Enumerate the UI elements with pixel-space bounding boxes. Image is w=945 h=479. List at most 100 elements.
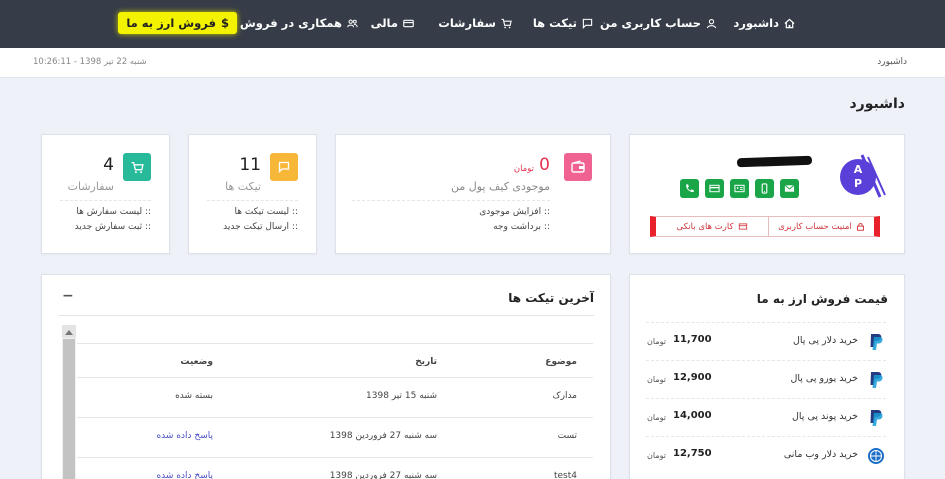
user-icon — [706, 18, 717, 28]
column-status: وضعیت — [180, 357, 213, 367]
latest-tickets-card: آخرین تیکت ها − موضوع تاریخ وضعیت مدارک … — [41, 274, 611, 479]
nav-sell-currency[interactable]: $ فروش ارز به ما — [118, 12, 237, 34]
dollar-icon: $ — [220, 16, 229, 30]
wallet-currency: تومان — [513, 164, 534, 174]
ticket-status: پاسخ داده شده — [156, 431, 213, 441]
users-icon — [347, 19, 358, 27]
ticket-date: شنبه 15 تیر 1398 — [366, 391, 437, 401]
column-subject: موضوع — [545, 357, 577, 367]
webmoney-icon — [866, 446, 886, 466]
svg-text:P: P — [854, 177, 862, 190]
tickets-list-link[interactable]: :: لیست تیکت ها — [235, 207, 299, 217]
column-date: تاریخ — [415, 357, 437, 367]
redacted-username — [736, 155, 813, 168]
home-icon — [784, 18, 795, 28]
datetime-clock: شنبه 22 تیر 1398 - 10:26:11 — [33, 57, 147, 67]
page-title: داشبورد — [849, 96, 906, 112]
table-row[interactable]: تست سه شنبه 27 فروردین 1398 پاسخ داده شد… — [77, 417, 593, 457]
account-security-button[interactable]: امنیت حساب کاربری — [768, 216, 880, 237]
orders-label: سفارشات — [67, 180, 114, 193]
nav-finance[interactable]: مالی — [371, 12, 414, 34]
nav-affiliate[interactable]: همکاری در فروش — [240, 12, 358, 34]
price-item-name: خرید پوند پی پال — [792, 411, 858, 422]
collapse-button[interactable]: − — [62, 288, 74, 304]
price-item-unit: تومان — [647, 337, 666, 346]
bank-card-verified-icon[interactable] — [705, 179, 724, 198]
nav-affiliate-label: همکاری در فروش — [239, 16, 342, 30]
nav-account[interactable]: حساب کاربری من — [600, 12, 717, 34]
credit-card-icon — [403, 19, 414, 27]
scroll-up-arrow-icon[interactable] — [62, 325, 76, 338]
lock-icon — [856, 223, 864, 231]
nav-tickets-label: تیکت ها — [532, 16, 577, 30]
ticket-status: پاسخ داده شده — [156, 471, 213, 479]
price-row: خرید پوند پی پال 14,000 تومان — [646, 398, 886, 436]
divider — [352, 200, 550, 201]
price-item-value: 12,900 — [673, 372, 712, 383]
divider — [58, 315, 594, 316]
price-item-value: 14,000 — [673, 410, 712, 421]
table-row[interactable]: test4 سه شنبه 27 فروردین 1398 پاسخ داده … — [77, 457, 593, 479]
nav-orders[interactable]: سفارشات — [438, 12, 512, 34]
new-order-link[interactable]: :: ثبت سفارش جدید — [75, 222, 151, 232]
mobile-verified-icon[interactable] — [755, 179, 774, 198]
nav-sell-label: فروش ارز به ما — [126, 16, 216, 30]
orders-count: 4 — [103, 155, 114, 175]
tickets-stat-card: 11 تیکت ها :: لیست تیکت ها :: ارسال تیکت… — [188, 134, 317, 254]
nav-orders-label: سفارشات — [438, 16, 496, 30]
scrollbar-thumb[interactable] — [63, 339, 75, 479]
price-item-name: خرید دلار وب مانی — [783, 449, 858, 460]
paypal-icon — [866, 408, 886, 428]
ticket-subject[interactable]: تست — [558, 431, 577, 441]
email-verified-icon[interactable] — [780, 179, 799, 198]
chat-icon — [270, 153, 298, 181]
price-row: خرید دلار وب مانی 12,750 تومان — [646, 436, 886, 474]
tickets-count: 11 — [239, 155, 261, 175]
paypal-icon — [866, 332, 886, 352]
wallet-withdraw-link[interactable]: :: برداشت وجه — [493, 222, 550, 232]
svg-text:A: A — [854, 163, 863, 176]
scrollbar-track[interactable] — [62, 325, 76, 479]
account-security-label: امنیت حساب کاربری — [778, 221, 852, 232]
credit-card-icon — [738, 223, 747, 230]
price-item-value: 12,750 — [673, 448, 712, 459]
breadcrumb-bar: داشبورد شنبه 22 تیر 1398 - 10:26:11 — [0, 48, 945, 78]
breadcrumb[interactable]: داشبورد — [877, 57, 907, 67]
phone-verified-icon[interactable] — [680, 179, 699, 198]
top-navbar: داشبورد حساب کاربری من تیکت ها سفارشات م… — [0, 0, 945, 48]
logo-badge-icon: A P — [840, 154, 886, 198]
price-item-unit: تومان — [647, 451, 666, 460]
bank-cards-button[interactable]: کارت های بانکی — [650, 216, 769, 237]
nav-dashboard-label: داشبورد — [733, 16, 779, 30]
id-card-verified-icon[interactable] — [730, 179, 749, 198]
orders-stat-card: 4 سفارشات :: لیست سفارش ها :: ثبت سفارش … — [41, 134, 170, 254]
ticket-status: بسته شده — [175, 391, 213, 401]
wallet-icon — [564, 153, 592, 181]
orders-list-link[interactable]: :: لیست سفارش ها — [76, 207, 151, 217]
latest-tickets-title: آخرین تیکت ها — [508, 291, 594, 305]
brand-logo: A P — [838, 153, 886, 201]
cart-icon — [123, 153, 151, 181]
wallet-card: 0 تومان موجودی کیف پول من :: افزایش موجو… — [335, 134, 611, 254]
cart-icon — [501, 18, 512, 28]
ticket-date: سه شنبه 27 فروردین 1398 — [329, 431, 437, 441]
price-item-unit: تومان — [647, 413, 666, 422]
wallet-balance: 0 — [539, 155, 550, 175]
price-row: خرید یورو پی پال 12,900 تومان — [646, 360, 886, 398]
ticket-subject[interactable]: مدارک — [553, 391, 577, 401]
wallet-deposit-link[interactable]: :: افزایش موجودی — [479, 207, 550, 217]
prices-title: قیمت فروش ارز به ما — [756, 292, 888, 306]
profile-card: A P امنیت حساب کاربری کارت های بانکی — [629, 134, 905, 254]
ticket-subject[interactable]: test4 — [554, 471, 577, 479]
nav-dashboard[interactable]: داشبورد — [733, 12, 795, 34]
chat-icon — [582, 18, 593, 29]
nav-tickets[interactable]: تیکت ها — [533, 12, 593, 34]
tickets-label: تیکت ها — [225, 180, 261, 193]
new-ticket-link[interactable]: :: ارسال تیکت جدید — [223, 222, 298, 232]
price-item-value: 11,700 — [673, 334, 712, 345]
bank-cards-label: کارت های بانکی — [676, 221, 734, 232]
price-item-name: خرید دلار پی پال — [792, 335, 858, 346]
table-row[interactable]: مدارک شنبه 15 تیر 1398 بسته شده — [77, 377, 593, 417]
nav-finance-label: مالی — [370, 16, 398, 30]
price-row: خرید دلار پی پال 11,700 تومان — [646, 322, 886, 360]
